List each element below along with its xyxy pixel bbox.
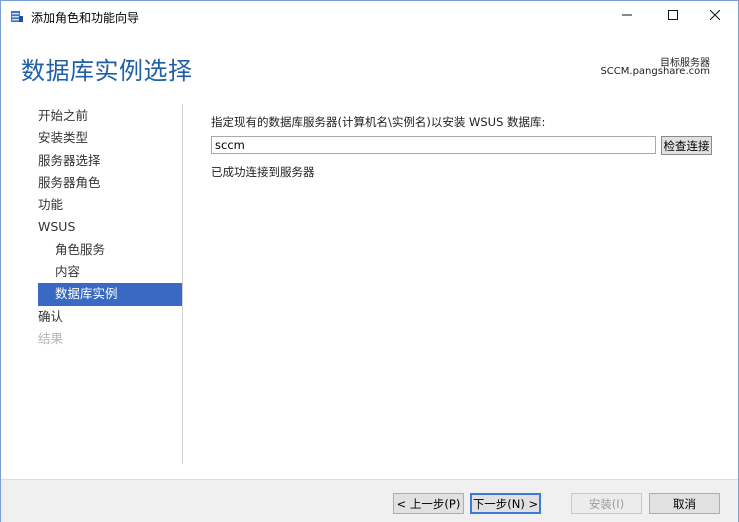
nav-item-results: 结果 xyxy=(38,330,64,346)
nav-item-features[interactable]: 功能 xyxy=(38,194,182,216)
install-button: 安装(I) xyxy=(571,493,642,514)
wizard-nav: 开始之前 安装类型 服务器选择 服务器角色 功能 WSUS 角色服务 内容 数据… xyxy=(38,105,182,350)
window-title: 添加角色和功能向导 xyxy=(31,11,140,25)
title-bar: 添加角色和功能向导 xyxy=(1,1,738,31)
nav-item-server-selection[interactable]: 服务器选择 xyxy=(38,150,182,172)
next-button[interactable]: 下一步(N) > xyxy=(470,493,541,514)
nav-item-before-you-begin[interactable]: 开始之前 xyxy=(38,105,182,127)
wizard-window: 添加角色和功能向导 数据库实例选择 目标服务器 SCCM.pangshare.c… xyxy=(0,0,739,522)
nav-item-installation-type[interactable]: 安装类型 xyxy=(38,127,182,149)
nav-item-confirmation[interactable]: 确认 xyxy=(38,306,182,328)
wizard-footer: < 上一步(P) 下一步(N) > 安装(I) 取消 xyxy=(1,479,738,522)
previous-button[interactable]: < 上一步(P) xyxy=(393,493,464,514)
nav-item-db-instance[interactable]: 数据库实例 xyxy=(38,283,182,306)
maximize-button[interactable] xyxy=(650,1,696,31)
db-instance-input[interactable] xyxy=(211,136,656,154)
nav-item-server-roles[interactable]: 服务器角色 xyxy=(38,172,182,194)
maximize-icon xyxy=(668,9,678,23)
close-button[interactable] xyxy=(692,1,738,31)
minimize-button[interactable] xyxy=(604,1,650,31)
close-icon xyxy=(709,9,721,23)
nav-divider xyxy=(182,104,183,464)
nav-item-wsus[interactable]: WSUS xyxy=(38,216,182,238)
cancel-button[interactable]: 取消 xyxy=(649,493,720,514)
target-server-name: SCCM.pangshare.com xyxy=(600,66,710,77)
nav-item-role-services[interactable]: 角色服务 xyxy=(38,239,182,261)
page-title: 数据库实例选择 xyxy=(21,57,193,85)
server-manager-icon xyxy=(10,9,24,23)
check-connection-button[interactable]: 检查连接 xyxy=(661,136,712,155)
instruction-text: 指定现有的数据库服务器(计算机名\实例名)以安装 WSUS 数据库: xyxy=(211,115,546,129)
nav-item-content[interactable]: 内容 xyxy=(38,261,182,283)
minimize-icon xyxy=(622,9,632,23)
connection-status: 已成功连接到服务器 xyxy=(211,165,315,179)
